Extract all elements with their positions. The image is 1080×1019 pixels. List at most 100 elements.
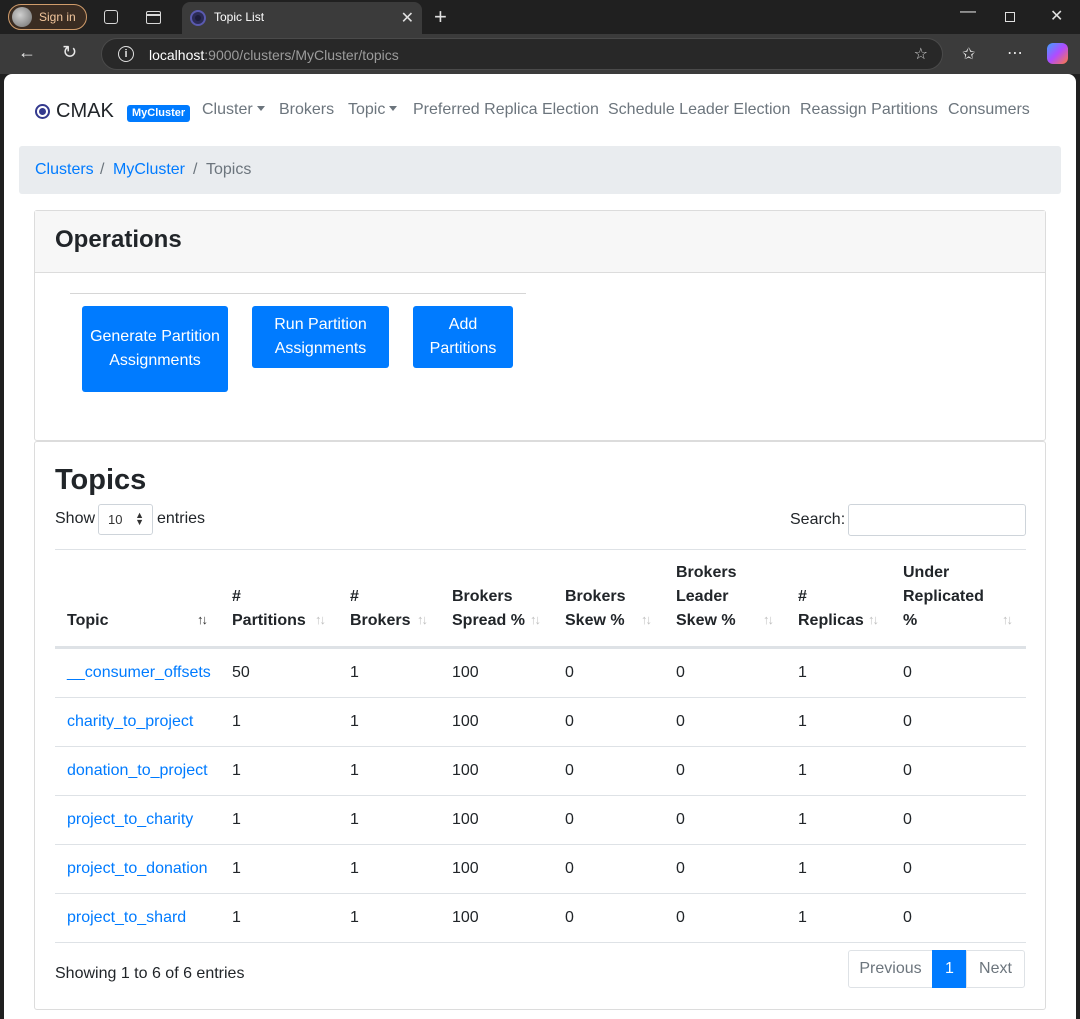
sort-icon[interactable]: ↑↓ [641,612,652,627]
cell-replicas: 1 [798,664,807,681]
favorite-star-icon[interactable]: ☆ [914,44,928,64]
sort-icon[interactable]: ↑↓ [315,612,326,627]
topic-link[interactable]: project_to_donation [67,860,208,878]
cell-brokers: 1 [350,762,359,779]
avatar-icon [12,7,32,27]
th-replicas[interactable]: # Replicas [798,585,868,633]
th-brokers[interactable]: # Brokers [350,585,416,633]
cell-replicas: 1 [798,860,807,877]
cell-brokers-leader-skew: 0 [676,909,685,926]
th-partitions[interactable]: # Partitions [232,585,312,633]
cell-replicas: 1 [798,909,807,926]
show-label: Show [55,510,96,527]
restore-icon[interactable] [1005,12,1015,22]
add-partitions-button[interactable]: Add Partitions [413,306,513,368]
cell-brokers: 1 [350,811,359,828]
cell-brokers-spread: 100 [452,909,479,926]
run-partition-assignments-button[interactable]: Run Partition Assignments [252,306,389,368]
sort-icon[interactable]: ↑↓ [530,612,541,627]
sort-icon[interactable]: ↑↓ [763,612,774,627]
cell-brokers: 1 [350,713,359,730]
nav-cluster-dropdown[interactable]: Cluster [202,101,265,119]
cell-brokers-leader-skew: 0 [676,664,685,681]
cell-brokers-leader-skew: 0 [676,762,685,779]
nav-brokers[interactable]: Brokers [279,101,334,119]
breadcrumb: Clusters / MyCluster / Topics [19,146,1061,194]
site-info-icon[interactable]: i [118,46,134,62]
cell-brokers-spread: 100 [452,762,479,779]
tab-actions-icon[interactable] [146,11,161,24]
cell-brokers: 1 [350,664,359,681]
operations-card: Operations Generate Partition Assignment… [34,210,1046,441]
topic-link[interactable]: charity_to_project [67,713,193,731]
sort-icon[interactable]: ↑↓ [868,612,879,627]
minimize-icon[interactable]: — [960,3,976,21]
pagination-previous[interactable]: Previous [848,950,933,988]
cell-brokers-skew: 0 [565,713,574,730]
cell-brokers-skew: 0 [565,762,574,779]
table-row: donation_to_project 1 1 100 0 0 1 0 [55,747,1026,796]
workspaces-icon[interactable] [104,10,118,24]
table-row: charity_to_project 1 1 100 0 0 1 0 [55,698,1026,747]
topic-link[interactable]: __consumer_offsets [67,664,211,682]
cell-under-replicated: 0 [903,860,912,877]
more-menu-icon[interactable]: ⋯ [1007,43,1023,63]
th-brokers-leader-skew[interactable]: Brokers Leader Skew % [676,561,742,633]
cell-brokers-skew: 0 [565,909,574,926]
topic-link[interactable]: project_to_shard [67,909,186,927]
refresh-icon[interactable]: ↻ [62,42,77,63]
copilot-icon[interactable] [1047,43,1068,64]
cluster-badge: MyCluster [127,105,191,122]
brand-link[interactable]: CMAK [35,100,114,123]
cell-brokers-spread: 100 [452,664,479,681]
cell-under-replicated: 0 [903,762,912,779]
sort-icon[interactable]: ↑↓ [1002,612,1013,627]
th-brokers-skew[interactable]: Brokers Skew % [565,585,637,633]
breadcrumb-mycluster[interactable]: MyCluster [113,161,185,179]
close-tab-icon[interactable]: ✕ [401,8,414,28]
th-topic[interactable]: Topic [67,609,157,633]
cell-brokers-skew: 0 [565,860,574,877]
pagination-next[interactable]: Next [966,950,1025,988]
th-under-replicated[interactable]: Under Replicated % [903,561,993,633]
th-brokers-spread[interactable]: Brokers Spread % [452,585,532,633]
table-row: project_to_charity 1 1 100 0 0 1 0 [55,796,1026,845]
close-window-icon[interactable]: ✕ [1050,6,1063,26]
generate-partition-assignments-button[interactable]: Generate Partition Assignments [82,306,228,392]
sort-icon[interactable]: ↑↓ [417,612,428,627]
search-input[interactable] [848,504,1026,536]
cell-brokers-leader-skew: 0 [676,713,685,730]
back-arrow-icon[interactable]: ← [18,42,36,63]
sign-in-button[interactable]: Sign in [8,4,87,30]
cell-partitions: 1 [232,860,241,877]
topic-link[interactable]: project_to_charity [67,811,193,829]
nav-topic-dropdown[interactable]: Topic [348,101,397,119]
sign-in-label: Sign in [39,10,76,24]
nav-schedule-leader-election[interactable]: Schedule Leader Election [608,101,790,119]
browser-tab-active[interactable]: Topic List ✕ [182,2,422,34]
breadcrumb-topics: Topics [206,161,252,178]
topic-link[interactable]: donation_to_project [67,762,208,780]
cell-partitions: 50 [232,664,250,681]
favorites-icon[interactable]: ✩ [962,44,975,64]
cell-under-replicated: 0 [903,909,912,926]
cell-partitions: 1 [232,762,241,779]
page-size-select[interactable]: 10 ▲ ▼ [98,504,153,535]
table-row: project_to_shard 1 1 100 0 0 1 0 [55,894,1026,943]
favicon-icon [190,10,206,26]
nav-reassign-partitions[interactable]: Reassign Partitions [800,101,938,119]
cmak-logo-icon [35,104,50,119]
cell-brokers-leader-skew: 0 [676,811,685,828]
pagination-page-1[interactable]: 1 [932,950,967,988]
cell-replicas: 1 [798,811,807,828]
cell-partitions: 1 [232,811,241,828]
nav-consumers[interactable]: Consumers [948,101,1030,119]
web-page: CMAK MyCluster Cluster Brokers Topic Pre… [4,74,1076,1019]
select-arrows-icon: ▲ ▼ [135,510,144,527]
divider [70,293,526,294]
url-field[interactable]: i localhost:9000/clusters/MyCluster/topi… [101,38,943,70]
nav-preferred-replica-election[interactable]: Preferred Replica Election [413,101,599,119]
new-tab-icon[interactable]: + [434,4,447,30]
sort-icon[interactable]: ↑↓ [197,612,208,627]
breadcrumb-clusters[interactable]: Clusters [35,161,94,179]
